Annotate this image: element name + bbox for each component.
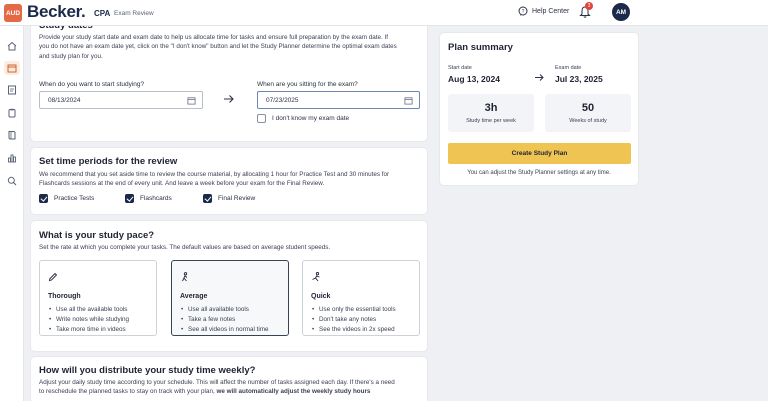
pace-title: Quick [311, 293, 331, 300]
exam-date-value: 07/23/2025 [266, 97, 299, 104]
flashcards-option[interactable]: Flashcards [125, 194, 172, 203]
calendar-icon[interactable] [187, 96, 196, 105]
calendar-icon[interactable] [404, 96, 413, 105]
help-center-label: Help Center [532, 7, 570, 15]
final-review-checkbox[interactable] [203, 194, 212, 203]
pace-item: Use only the essential tools [311, 305, 411, 315]
study-pace-title: What is your study pace? [39, 230, 155, 241]
final-review-option[interactable]: Final Review [203, 194, 255, 203]
calendar-icon[interactable] [4, 61, 20, 75]
start-date-input[interactable]: 08/13/2024 [39, 91, 203, 109]
stats-icon[interactable] [6, 152, 18, 164]
flashcards-label: Flashcards [140, 195, 172, 202]
weeks-value: 50 [581, 102, 595, 114]
arrow-right-icon [535, 74, 544, 81]
weeks-box: 50 Weeks of study [545, 94, 631, 132]
pace-item: See the videos in 2x speed [311, 325, 411, 335]
weeks-label: Weeks of study [569, 118, 607, 124]
study-time-value: 3h [484, 102, 498, 114]
study-dates-card: Study dates Provide your study start dat… [31, 16, 427, 141]
top-bar: AUD Becker. CPA Exam Review ? Help Cente… [0, 0, 768, 26]
running-icon [312, 271, 320, 282]
pace-item: Don't take any notes [311, 315, 411, 325]
walking-icon [182, 272, 188, 282]
pace-item: Write notes while studying [48, 315, 148, 325]
pencil-icon [48, 272, 58, 282]
time-periods-title: Set time periods for the review [39, 156, 178, 167]
dont-know-exam-date-option[interactable]: I don't know my exam date [257, 114, 349, 123]
summary-exam-value: Jul 23, 2025 [555, 74, 603, 84]
flashcards-checkbox[interactable] [125, 194, 134, 203]
chat-help-icon: ? [518, 6, 528, 16]
summary-exam-label: Exam date [555, 65, 582, 71]
svg-text:?: ? [522, 9, 525, 15]
practice-tests-label: Practice Tests [54, 195, 95, 202]
pace-title: Thorough [48, 293, 81, 300]
becker-logo[interactable]: Becker. [27, 2, 86, 22]
arrow-right-icon [224, 95, 234, 103]
plan-summary-title: Plan summary [448, 42, 513, 53]
summary-start-label: Start date [448, 65, 472, 71]
dont-know-label: I don't know my exam date [272, 115, 350, 122]
exam-date-input[interactable]: 07/23/2025 [257, 91, 420, 109]
distribute-description: Adjust your daily study time according t… [39, 379, 395, 396]
dont-know-checkbox[interactable] [257, 114, 266, 123]
home-icon[interactable] [6, 40, 18, 52]
final-review-label: Final Review [218, 195, 256, 202]
product-subtitle: Exam Review [114, 10, 154, 17]
time-periods-card: Set time periods for the review We recom… [31, 148, 427, 214]
study-pace-description: Set the rate at which you complete your … [39, 244, 331, 251]
help-center-link[interactable]: ? Help Center [518, 6, 569, 16]
planner-note: You can adjust the Study Planner setting… [467, 170, 611, 176]
exam-date-label: When are you sitting for the exam? [257, 81, 358, 88]
pace-option-quick[interactable]: Quick Use only the essential tools Don't… [302, 260, 420, 336]
pace-title: Average [180, 293, 208, 300]
pace-option-average[interactable]: Average Use all available tools Take a f… [171, 260, 289, 336]
book-icon[interactable] [6, 129, 18, 141]
practice-tests-checkbox[interactable] [39, 194, 48, 203]
pace-item: See all videos in normal time [180, 325, 280, 335]
time-periods-description: We recommend that you set aside time to … [39, 171, 390, 188]
sidebar [0, 26, 24, 401]
pace-item: Use all the available tools [48, 305, 148, 315]
start-date-label: When do you want to start studying? [39, 81, 145, 88]
aud-badge[interactable]: AUD [4, 4, 22, 22]
product-name: CPA [94, 9, 111, 18]
summary-start-value: Aug 13, 2024 [448, 74, 500, 84]
start-date-value: 08/13/2024 [48, 97, 81, 104]
study-time-label: Study time per week [466, 118, 516, 124]
create-study-plan-button[interactable]: Create Study Plan [448, 143, 631, 164]
pace-item: Take more time in videos [48, 325, 148, 335]
study-time-box: 3h Study time per week [448, 94, 534, 132]
notification-badge: 3 [585, 2, 593, 10]
practice-tests-option[interactable]: Practice Tests [39, 194, 94, 203]
study-icon[interactable] [6, 84, 18, 96]
pace-option-thorough[interactable]: Thorough Use all the available tools Wri… [39, 260, 157, 336]
study-dates-description: Provide your study start date and exam d… [39, 34, 397, 60]
tasks-icon[interactable] [6, 107, 18, 119]
distribute-title: How will you distribute your study time … [39, 365, 256, 376]
avatar[interactable]: AM [612, 3, 630, 21]
pace-item: Take a few notes [180, 315, 280, 325]
search-icon[interactable] [6, 175, 18, 187]
pace-item: Use all available tools [180, 305, 280, 315]
distribute-card: How will you distribute your study time … [31, 357, 427, 401]
